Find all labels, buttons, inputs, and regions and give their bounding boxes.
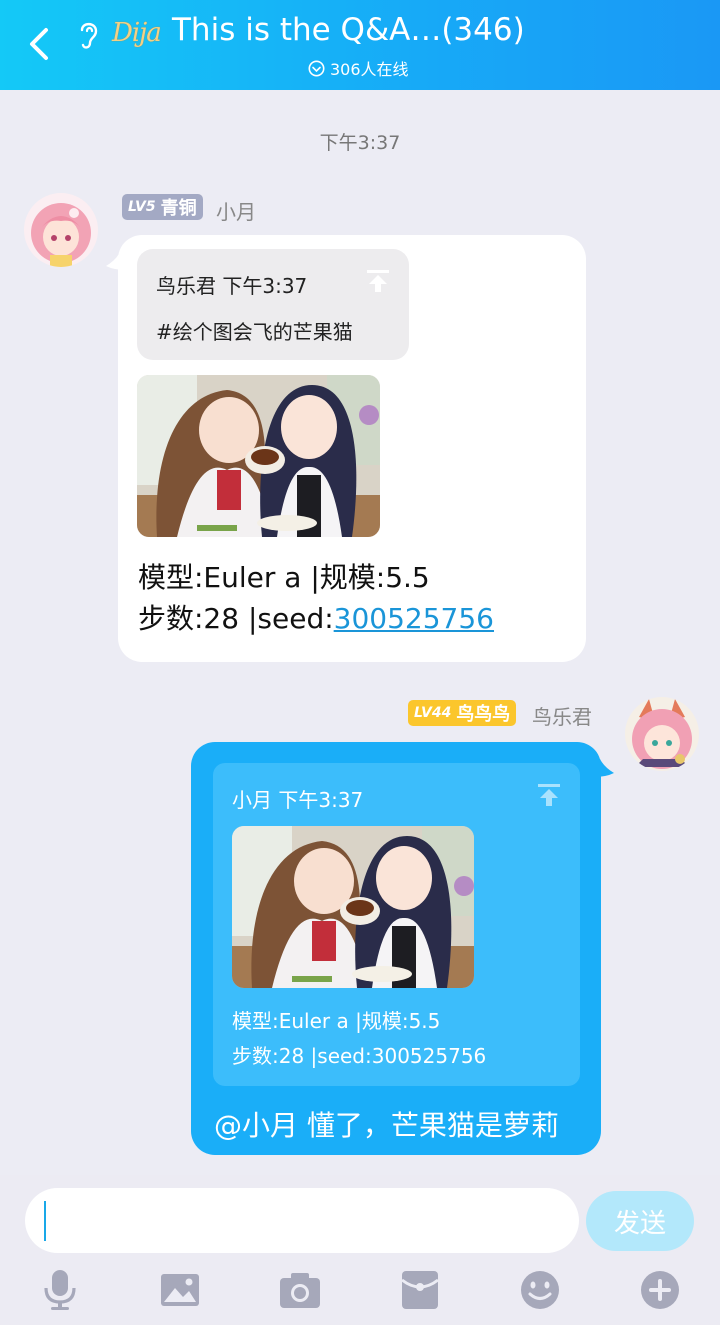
online-status-icon — [308, 60, 325, 76]
quote-text: #绘个图会飞的芒果猫 — [156, 320, 353, 344]
message-input[interactable] — [25, 1188, 579, 1253]
quote-time: 下午3:37 — [222, 274, 308, 298]
emoji-icon[interactable] — [518, 1268, 562, 1312]
microphone-icon[interactable] — [38, 1268, 82, 1312]
camera-icon[interactable] — [278, 1268, 322, 1312]
generated-image[interactable] — [137, 375, 380, 537]
online-count: 306人在线 — [308, 56, 409, 80]
back-button[interactable] — [22, 22, 58, 66]
quote-params-line-2: 步数:28 |seed:300525756 — [232, 1044, 487, 1068]
params-line-1: 模型:Euler a |规模:5.5 — [138, 561, 430, 594]
level-title: 鸟鸟鸟 — [456, 704, 511, 725]
params-line-2: 步数:28 |seed:300525756 — [138, 597, 494, 637]
red-packet-icon[interactable] — [398, 1268, 442, 1312]
chat-title[interactable]: This is the Q&A…(346) — [172, 12, 525, 48]
group-logo: Dija — [112, 18, 162, 48]
quote-params-line-1: 模型:Euler a |规模:5.5 — [232, 1009, 441, 1033]
time-divider: 下午3:37 — [319, 132, 401, 154]
online-count-text: 306人在线 — [330, 60, 409, 79]
quote-author: 鸟乐君 — [156, 274, 216, 298]
sender-name[interactable]: 小月 — [216, 196, 256, 225]
level-number: LV5 — [128, 199, 156, 215]
ear-icon[interactable] — [76, 18, 102, 52]
quote-header: 小月 下午3:37 — [232, 784, 363, 813]
quote-time: 下午3:37 — [278, 788, 364, 812]
level-badge: LV5 青铜 — [122, 194, 203, 220]
plus-icon[interactable] — [638, 1268, 682, 1312]
text-caret — [44, 1201, 46, 1241]
image-icon[interactable] — [158, 1268, 202, 1312]
avatar-xiaoyue[interactable] — [24, 193, 98, 267]
jump-to-quote-icon[interactable] — [365, 268, 391, 294]
avatar-niaolejun[interactable] — [625, 697, 699, 771]
sender-name[interactable]: 鸟乐君 — [532, 701, 592, 730]
quoted-image[interactable] — [232, 826, 474, 988]
seed-link[interactable]: 300525756 — [334, 602, 494, 635]
level-number: LV44 — [414, 705, 452, 721]
jump-to-quote-icon[interactable] — [536, 782, 562, 808]
send-button[interactable]: 发送 — [586, 1191, 694, 1251]
level-badge: LV44 鸟鸟鸟 — [408, 700, 517, 726]
chat-header: Dija This is the Q&A…(346) 306人在线 — [0, 0, 720, 90]
reply-text: @小月 懂了，芒果猫是萝莉 — [214, 1109, 559, 1142]
level-title: 青铜 — [160, 198, 197, 219]
params-line-2-prefix: 步数:28 |seed: — [138, 602, 334, 635]
quote-header: 鸟乐君 下午3:37 — [156, 270, 307, 299]
quote-author: 小月 — [232, 788, 272, 812]
